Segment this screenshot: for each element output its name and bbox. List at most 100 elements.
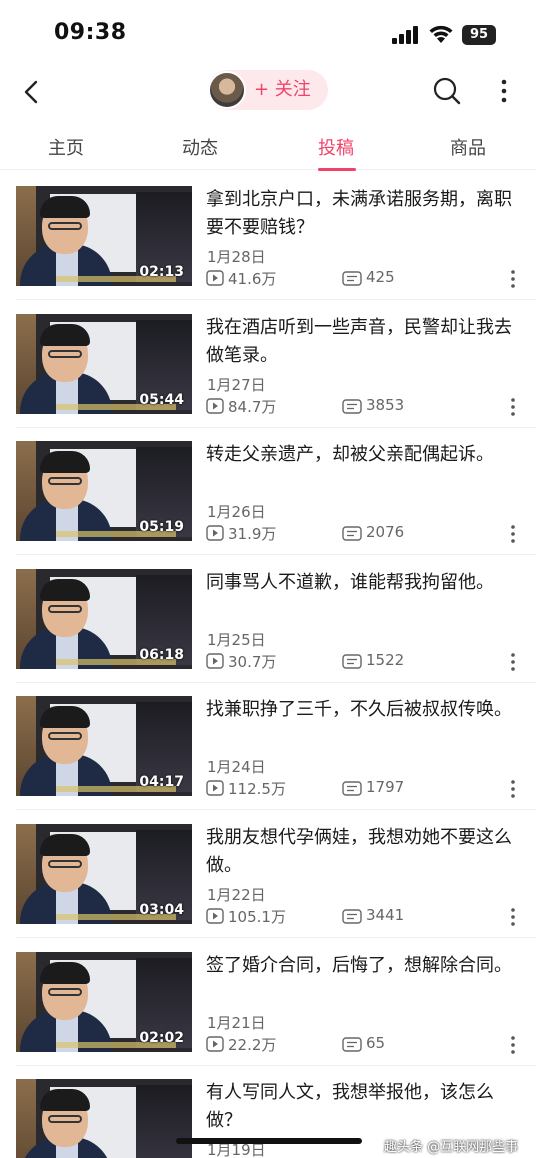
video-duration: 05:19 [139, 519, 184, 536]
comment-icon [342, 909, 362, 924]
thumbnail-glasses [48, 987, 82, 996]
comment-count: 3853 [366, 395, 405, 414]
video-title[interactable]: 有人写同人文，我想举报他，该怎么做？ [206, 1079, 512, 1135]
thumbnail-person-hair [40, 706, 90, 729]
comment-icon [342, 781, 362, 797]
video-duration: 06:18 [139, 646, 184, 663]
video-item[interactable]: 02:02 签了婚介合同，后悔了，想解除合同。 1月21日 22.2万 65 [0, 938, 536, 1066]
play-count-icon [206, 397, 224, 414]
follow-button[interactable]: + 关注 [254, 70, 311, 110]
play-count-icon [206, 653, 224, 669]
video-duration: 02:02 [139, 1029, 184, 1046]
item-more-icon[interactable] [508, 651, 518, 673]
follow-group[interactable]: + 关注 [208, 70, 328, 110]
play-count-icon [206, 908, 224, 924]
video-duration: 03:04 [139, 902, 184, 918]
watermark: 趣头条 @互联网那些事 [384, 1140, 519, 1155]
status-bar: 09:38 95 [0, 0, 536, 64]
item-more-icon[interactable] [508, 1034, 518, 1056]
view-count: 41.6万 [228, 270, 277, 288]
video-thumbnail[interactable]: 05:19 [16, 441, 192, 542]
comment-icon [342, 1036, 362, 1052]
video-date: 1月28日 [207, 248, 266, 266]
video-duration: 05:44 [139, 391, 184, 408]
tab-home[interactable]: 主页 [48, 134, 84, 160]
comment-icon [342, 654, 362, 669]
video-duration: 02:13 [139, 264, 184, 280]
video-title[interactable]: 找兼职挣了三千，不久后被叔叔传唤。 [206, 696, 512, 724]
thumbnail-glasses [48, 860, 82, 868]
video-stats: 30.7万 1522 [206, 651, 506, 671]
thumbnail-glasses [48, 477, 82, 486]
item-more-icon[interactable] [508, 523, 518, 545]
video-title[interactable]: 签了婚介合同，后悔了，想解除合同。 [206, 952, 512, 980]
comment-count: 65 [366, 1033, 386, 1052]
thumbnail-person-hair [40, 323, 90, 346]
play-count-icon [206, 525, 224, 541]
video-title[interactable]: 转走父亲遗产，却被父亲配偶起诉。 [206, 441, 512, 469]
more-icon[interactable] [496, 76, 512, 106]
video-thumbnail[interactable]: 02:02 [16, 951, 192, 1052]
video-thumbnail[interactable]: 05:44 [16, 313, 192, 414]
video-date: 1月25日 [207, 630, 266, 649]
comment-count: 1522 [366, 650, 405, 669]
wifi-icon [429, 25, 453, 43]
video-date: 1月24日 [207, 758, 266, 777]
view-count: 22.2万 [228, 1035, 277, 1054]
thumbnail-person-hair [40, 451, 90, 474]
video-stats: 84.7万 3853 [206, 396, 506, 416]
home-indicator [176, 1138, 362, 1144]
signal-icon [392, 26, 418, 44]
tab-posts[interactable]: 投稿 [318, 134, 354, 160]
video-thumbnail[interactable]: 04:17 [16, 696, 192, 797]
comment-count: 3441 [366, 906, 405, 924]
view-count: 112.5万 [228, 780, 286, 799]
tab-activity[interactable]: 动态 [182, 134, 218, 160]
video-item[interactable]: 06:18 同事骂人不道歉，谁能帮我拘留他。 1月25日 30.7万 1522 [0, 555, 536, 683]
thumbnail-monitor [136, 1085, 192, 1158]
video-thumbnail[interactable]: 02:13 [16, 186, 192, 286]
video-date: 1月21日 [207, 1013, 266, 1032]
thumbnail-person-hair [40, 1089, 90, 1112]
video-date: 1月22日 [207, 886, 266, 904]
battery-indicator: 95 [462, 25, 496, 45]
play-count-icon [206, 270, 224, 286]
video-item[interactable]: 05:44 我在酒店听到一些声音，民警却让我去做笔录。 1月27日 84.7万 … [0, 300, 536, 428]
status-time: 09:38 [54, 20, 127, 45]
video-thumbnail[interactable]: 03:04 [16, 824, 192, 924]
view-count: 84.7万 [228, 397, 277, 416]
video-title[interactable]: 我在酒店听到一些声音，民警却让我去做笔录。 [206, 314, 512, 370]
item-more-icon[interactable] [508, 396, 518, 418]
comment-icon [342, 271, 362, 286]
video-stats: 112.5万 1797 [206, 778, 506, 798]
profile-tabs: 主页 动态 投稿 商品 [0, 126, 536, 171]
thumbnail-glasses [48, 732, 82, 741]
tab-active-indicator [318, 168, 356, 171]
play-count-icon [206, 780, 224, 797]
nav-bar: + 关注 [0, 64, 536, 120]
tab-products[interactable]: 商品 [450, 134, 486, 160]
video-thumbnail[interactable] [16, 1079, 192, 1158]
item-more-icon[interactable] [508, 906, 518, 928]
video-item[interactable]: 02:13 拿到北京户口，未满承诺服务期，离职要不要赔钱？ 1月28日 41.6… [0, 172, 536, 300]
thumbnail-glasses [48, 1115, 82, 1124]
video-item[interactable]: 03:04 我朋友想代孕俩娃，我想劝她不要这么做。 1月22日 105.1万 3… [0, 810, 536, 938]
avatar[interactable] [208, 71, 246, 109]
item-more-icon[interactable] [508, 778, 518, 800]
video-stats: 105.1万 3441 [206, 906, 506, 926]
thumbnail-person-hair [40, 961, 90, 984]
video-stats: 31.9万 2076 [206, 523, 506, 543]
back-icon[interactable] [20, 78, 44, 106]
video-title[interactable]: 我朋友想代孕俩娃，我想劝她不要这么做。 [206, 824, 512, 880]
view-count: 30.7万 [228, 652, 277, 671]
video-title[interactable]: 拿到北京户口，未满承诺服务期，离职要不要赔钱？ [206, 186, 512, 242]
view-count: 31.9万 [228, 525, 277, 544]
video-item[interactable]: 05:19 转走父亲遗产，却被父亲配偶起诉。 1月26日 31.9万 2076 [0, 427, 536, 556]
video-title[interactable]: 同事骂人不道歉，谁能帮我拘留他。 [206, 569, 512, 597]
video-item[interactable]: 04:17 找兼职挣了三千，不久后被叔叔传唤。 1月24日 112.5万 179… [0, 682, 536, 811]
video-thumbnail[interactable]: 06:18 [16, 568, 192, 669]
item-more-icon[interactable] [508, 268, 518, 290]
search-icon[interactable] [432, 76, 462, 106]
thumbnail-person-hair [40, 196, 90, 218]
thumbnail-person-hair [40, 578, 90, 601]
